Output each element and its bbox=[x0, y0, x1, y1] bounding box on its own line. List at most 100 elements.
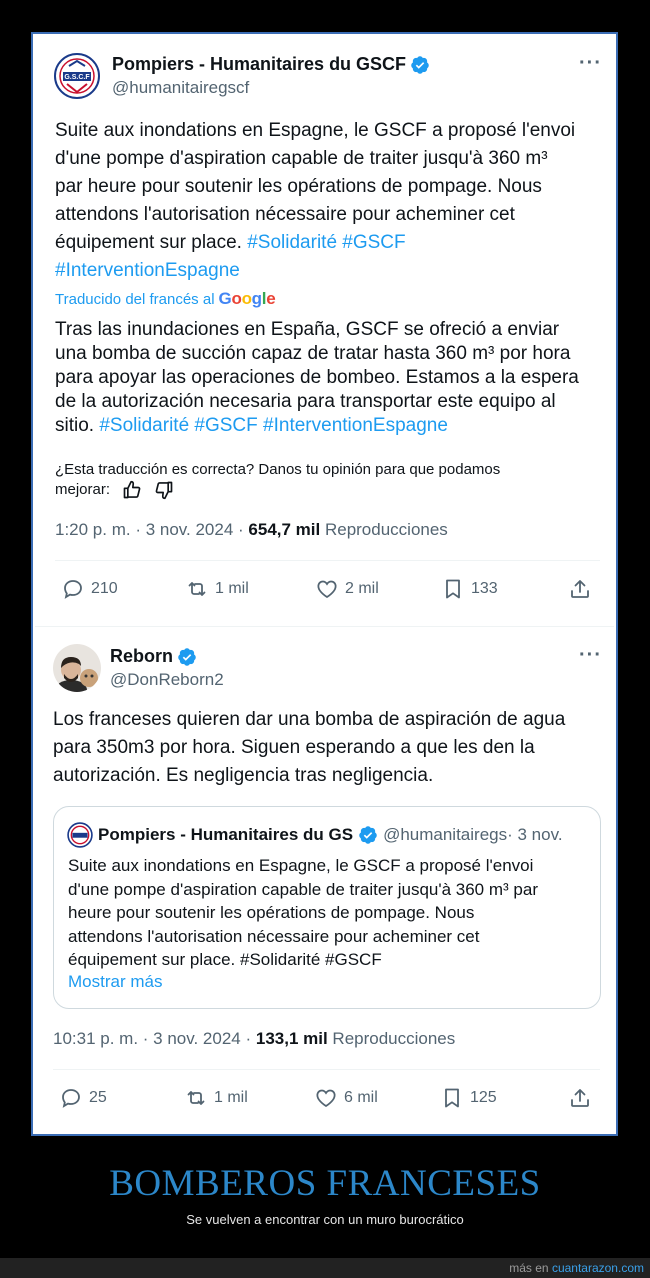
caption-title: BOMBEROS FRANCESES bbox=[109, 1163, 541, 1204]
tweet2-author-name[interactable]: Reborn bbox=[110, 646, 173, 667]
hashtag-link[interactable]: #Solidarité #GSCF bbox=[247, 232, 405, 253]
translation-line: para apoyar las operaciones de bombeo. E… bbox=[55, 367, 579, 388]
verified-badge-icon bbox=[411, 55, 429, 74]
verified-badge-icon bbox=[178, 647, 196, 666]
caption-subtitle: Se vuelven a encontrar con un muro buroc… bbox=[186, 1212, 464, 1227]
bookmark-button[interactable]: 133 bbox=[441, 577, 498, 601]
reply-icon bbox=[62, 1089, 80, 1108]
quoted-tweet-card[interactable]: Pompiers - Humanitaires du GS @humanitai… bbox=[53, 806, 601, 1009]
text-line: autorización. Es negligencia tras neglig… bbox=[53, 765, 434, 786]
views-label: Reproducciones bbox=[327, 1029, 456, 1048]
screenshot-frame: G.S.C.F Pompiers - Humanitaires du GSCF … bbox=[31, 32, 618, 1136]
tweet1-handle[interactable]: @humanitairegscf bbox=[112, 78, 249, 98]
bookmark-count: 133 bbox=[471, 580, 498, 597]
text-line: Los franceses quieren dar una bomba de a… bbox=[53, 709, 566, 730]
quoted-author-name: Pompiers - Humanitaires du GS bbox=[98, 825, 354, 844]
repost-button[interactable]: 1 mil bbox=[185, 577, 249, 601]
tweet1-views-count: 654,7 mil bbox=[248, 520, 321, 539]
google-logo: Google bbox=[218, 289, 276, 308]
quoted-text-line: attendons l'autorisation nécessaire pour… bbox=[68, 926, 480, 946]
translation-line: Tras las inundaciones en España, GSCF se… bbox=[55, 319, 560, 340]
tweet1-author-row: Pompiers - Humanitaires du GSCF bbox=[112, 54, 430, 75]
divider bbox=[53, 1069, 600, 1070]
text-line: d'une pompe d'aspiration capable de trai… bbox=[55, 148, 548, 169]
divider bbox=[55, 560, 600, 561]
bookmark-icon bbox=[446, 579, 460, 599]
quoted-handle: @humanitairegs bbox=[383, 825, 508, 844]
tweet2-text: Los franceses quieren dar una bomba de a… bbox=[53, 706, 618, 790]
tweet1-text: Suite aux inondations en Espagne, le GSC… bbox=[55, 117, 615, 285]
heart-icon bbox=[316, 1089, 336, 1108]
tweet1-author-name[interactable]: Pompiers - Humanitaires du GSCF bbox=[112, 54, 406, 75]
like-count: 2 mil bbox=[345, 580, 379, 597]
footer-prefix: más en bbox=[509, 1261, 552, 1275]
tweet2-handle[interactable]: @DonReborn2 bbox=[110, 670, 224, 690]
text-line: Suite aux inondations en Espagne, le GSC… bbox=[55, 120, 576, 141]
quoted-author-row: Pompiers - Humanitaires du GS @humanitai… bbox=[67, 822, 563, 848]
text-line: para 350m3 por hora. Siguen esperando a … bbox=[53, 737, 535, 758]
translation-line: de la autorización necesaria para transp… bbox=[55, 391, 556, 412]
share-button[interactable] bbox=[568, 577, 592, 601]
share-icon bbox=[571, 580, 589, 598]
repost-button[interactable]: 1 mil bbox=[184, 1086, 248, 1110]
show-more-link[interactable]: Mostrar más bbox=[68, 972, 162, 992]
views-label: Reproducciones bbox=[320, 520, 448, 539]
bookmark-button[interactable]: 125 bbox=[440, 1086, 497, 1110]
reply-button[interactable]: 210 bbox=[61, 577, 118, 601]
svg-text:G.S.C.F: G.S.C.F bbox=[64, 74, 90, 81]
hashtag-link[interactable]: #InterventionEspagne bbox=[55, 257, 615, 285]
like-count: 6 mil bbox=[344, 1089, 378, 1106]
site-footer: más en cuantarazon.com bbox=[0, 1258, 650, 1278]
hashtag-link[interactable]: #Solidarité #GSCF #InterventionEspagne bbox=[99, 415, 448, 436]
text-line: équipement sur place. bbox=[55, 232, 248, 253]
tweet-thread: G.S.C.F Pompiers - Humanitaires du GSCF … bbox=[35, 36, 614, 1132]
thumbs-up-icon[interactable] bbox=[122, 480, 142, 500]
repost-count: 1 mil bbox=[214, 1089, 248, 1106]
quoted-text: Suite aux inondations en Espagne, le GSC… bbox=[68, 854, 598, 972]
verified-badge-icon bbox=[359, 826, 377, 844]
reply-button[interactable]: 25 bbox=[59, 1086, 107, 1110]
reply-count: 25 bbox=[89, 1089, 107, 1106]
gscf-avatar-small bbox=[67, 822, 93, 848]
divider bbox=[35, 626, 614, 627]
tweet1-translation: Tras las inundaciones en España, GSCF se… bbox=[55, 318, 620, 438]
reply-icon bbox=[64, 580, 82, 599]
reply-count: 210 bbox=[91, 580, 118, 597]
reborn-avatar[interactable] bbox=[53, 644, 101, 692]
translation-line: una bomba de succión capaz de tratar has… bbox=[55, 343, 571, 364]
bookmark-count: 125 bbox=[470, 1089, 497, 1106]
more-options-icon[interactable]: ··· bbox=[579, 644, 602, 667]
feedback-label: mejorar: bbox=[55, 481, 111, 498]
more-options-icon[interactable]: ··· bbox=[579, 52, 602, 75]
footer-site-link[interactable]: cuantarazon.com bbox=[552, 1261, 644, 1275]
repost-icon bbox=[188, 582, 206, 596]
like-button[interactable]: 2 mil bbox=[315, 577, 379, 601]
gscf-avatar[interactable]: G.S.C.F bbox=[53, 52, 101, 100]
translated-by-text: Traducido del francés al bbox=[55, 290, 215, 308]
repost-icon bbox=[187, 1091, 205, 1105]
share-icon bbox=[571, 1089, 589, 1107]
repost-count: 1 mil bbox=[215, 580, 249, 597]
thumbs-down-icon[interactable] bbox=[154, 480, 174, 500]
quoted-text-line: heure pour soutenir les opérations de po… bbox=[68, 903, 475, 922]
translation-feedback: ¿Esta traducción es correcta? Danos tu o… bbox=[55, 460, 615, 500]
tweet2-meta: 10:31 p. m. · 3 nov. 2024 · 133,1 mil Re… bbox=[53, 1029, 455, 1049]
tweet2-views-count: 133,1 mil bbox=[255, 1029, 328, 1048]
feedback-question: ¿Esta traducción es correcta? Danos tu o… bbox=[55, 461, 501, 478]
translated-by-label[interactable]: Traducido del francés al Google bbox=[55, 289, 276, 309]
share-button[interactable] bbox=[568, 1086, 592, 1110]
like-button[interactable]: 6 mil bbox=[314, 1086, 378, 1110]
tweet2-timestamp[interactable]: 10:31 p. m. · 3 nov. 2024 · bbox=[53, 1029, 256, 1048]
heart-icon bbox=[317, 580, 337, 599]
bookmark-icon bbox=[445, 1088, 459, 1108]
quoted-date: · 3 nov. bbox=[507, 825, 563, 844]
translation-line: sitio. bbox=[55, 415, 100, 436]
tweet2-author-row: Reborn bbox=[110, 646, 197, 667]
quoted-text-line: d'une pompe d'aspiration capable de trai… bbox=[68, 879, 538, 899]
quoted-text-line: équipement sur place. #Solidarité #GSCF bbox=[68, 950, 382, 969]
tweet1-timestamp[interactable]: 1:20 p. m. · 3 nov. 2024 · bbox=[55, 520, 248, 539]
tweet1-meta: 1:20 p. m. · 3 nov. 2024 · 654,7 mil Rep… bbox=[55, 520, 448, 540]
quoted-text-line: Suite aux inondations en Espagne, le GSC… bbox=[68, 856, 534, 875]
text-line: attendons l'autorisation nécessaire pour… bbox=[55, 204, 515, 225]
text-line: par heure pour soutenir les opérations d… bbox=[55, 176, 542, 197]
